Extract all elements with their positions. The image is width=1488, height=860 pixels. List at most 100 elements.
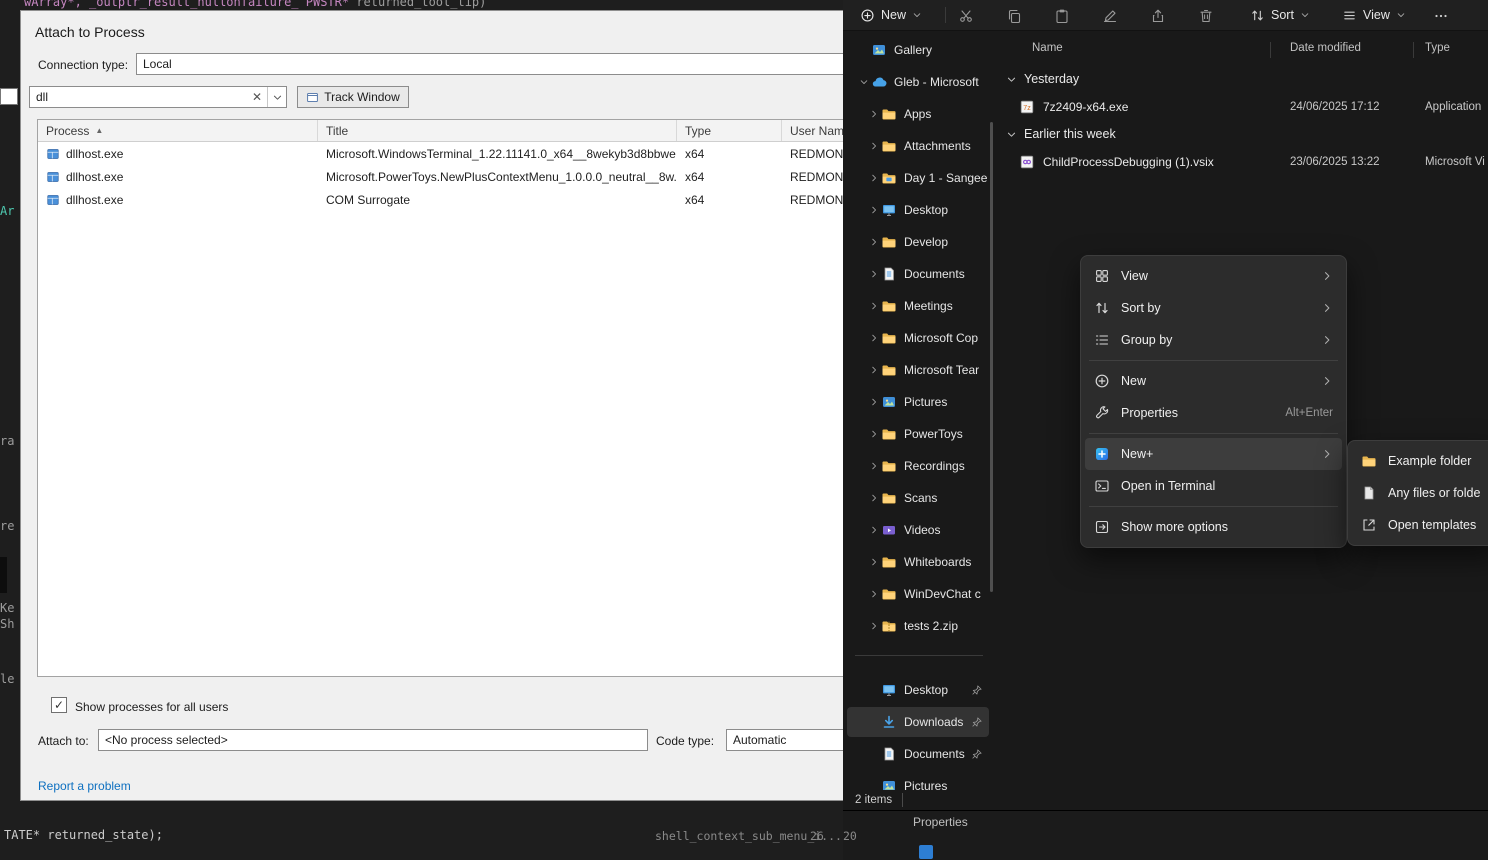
sidebar-pinned-pictures[interactable]: Pictures — [847, 771, 989, 790]
chevron-right-icon[interactable] — [867, 461, 881, 471]
context-menu-new[interactable]: New — [1085, 365, 1342, 397]
sidebar-item-meetings[interactable]: Meetings — [847, 291, 989, 321]
group-header-yesterday[interactable]: Yesterday — [1006, 68, 1079, 90]
items-count: 2 items — [855, 794, 892, 806]
chevron-right-icon[interactable] — [867, 205, 881, 215]
chevron-right-icon[interactable] — [867, 173, 881, 183]
track-window-button[interactable]: Track Window — [297, 86, 409, 108]
column-header-type[interactable]: Type — [1425, 42, 1450, 54]
sidebar-item-label: Develop — [904, 235, 989, 249]
column-separator[interactable] — [1270, 42, 1271, 58]
sidebar-item-videos[interactable]: Videos — [847, 515, 989, 545]
context-menu-sort-by[interactable]: Sort by — [1085, 292, 1342, 324]
report-problem-link[interactable]: Report a problem — [38, 779, 131, 793]
copy-button[interactable] — [1001, 3, 1027, 29]
sidebar-item-gallery[interactable]: Gallery — [847, 35, 989, 65]
folder-icon — [881, 138, 897, 154]
share-button[interactable] — [1145, 3, 1171, 29]
chevron-right-icon[interactable] — [867, 525, 881, 535]
rename-button[interactable] — [1097, 3, 1123, 29]
process-filter-combobox[interactable]: dll ✕ — [29, 86, 287, 108]
submenu-any-files[interactable]: Any files or folde — [1352, 477, 1488, 509]
delete-button[interactable] — [1193, 3, 1219, 29]
column-header-type-label: Type — [685, 124, 711, 138]
chevron-right-icon[interactable] — [867, 397, 881, 407]
sidebar-item-microsoft-cop[interactable]: Microsoft Cop — [847, 323, 989, 353]
nav-scrollbar[interactable] — [990, 122, 993, 592]
column-separator[interactable] — [1413, 42, 1414, 58]
menu-item-label: Show more options — [1121, 520, 1333, 534]
code-fragment: le — [0, 672, 14, 686]
grid-view-icon — [1094, 268, 1110, 284]
sidebar-item-tests-zip[interactable]: tests 2.zip — [847, 611, 989, 641]
sidebar-item-documents[interactable]: Documents — [847, 259, 989, 289]
show-all-users-checkbox[interactable]: ✓ — [51, 697, 67, 713]
column-header-date-modified[interactable]: Date modified — [1290, 42, 1361, 54]
sidebar-item-onedrive[interactable]: Gleb - Microsoft — [847, 67, 989, 97]
column-header-name[interactable]: Name — [1032, 42, 1063, 54]
chevron-right-icon[interactable] — [867, 109, 881, 119]
filter-dropdown-icon[interactable] — [268, 92, 286, 103]
chevron-right-icon[interactable] — [867, 429, 881, 439]
context-menu-open-in-terminal[interactable]: Open in Terminal — [1085, 470, 1342, 502]
chevron-right-icon[interactable] — [867, 493, 881, 503]
process-row[interactable]: dllhost.exe Microsoft.WindowsTerminal_1.… — [38, 142, 866, 165]
sidebar-pinned-desktop[interactable]: Desktop — [847, 675, 989, 705]
sidebar-item-microsoft-tear[interactable]: Microsoft Tear — [847, 355, 989, 385]
context-menu-view[interactable]: View — [1085, 260, 1342, 292]
sidebar-item-recordings[interactable]: Recordings — [847, 451, 989, 481]
context-menu-new-plus[interactable]: New+ — [1085, 438, 1342, 470]
chevron-right-icon[interactable] — [867, 557, 881, 567]
file-name: ChildProcessDebugging (1).vsix — [1043, 155, 1214, 169]
submenu-open-templates[interactable]: Open templates — [1352, 509, 1488, 541]
group-header-earlier-this-week[interactable]: Earlier this week — [1006, 123, 1116, 145]
sort-button[interactable]: Sort — [1241, 2, 1319, 28]
context-menu-show-more-options[interactable]: Show more options — [1085, 511, 1342, 543]
sidebar-pinned-documents[interactable]: Documents — [847, 739, 989, 769]
sidebar-item-windevchat[interactable]: WinDevChat c — [847, 579, 989, 609]
cut-button[interactable] — [953, 3, 979, 29]
context-menu-group-by[interactable]: Group by — [1085, 324, 1342, 356]
chevron-right-icon[interactable] — [867, 301, 881, 311]
file-row-7z[interactable]: 7z2409-x64.exe — [1019, 94, 1128, 120]
view-button[interactable]: View — [1333, 2, 1415, 28]
sidebar-item-day1[interactable]: Day 1 - Sangee — [847, 163, 989, 193]
chevron-right-icon — [1321, 302, 1333, 314]
chevron-right-icon[interactable] — [867, 333, 881, 343]
column-header-process[interactable]: Process▲ — [38, 120, 318, 141]
7z-app-icon — [1019, 99, 1035, 115]
connection-type-dropdown[interactable]: Local — [136, 53, 866, 75]
chevron-right-icon[interactable] — [867, 269, 881, 279]
process-row[interactable]: dllhost.exe Microsoft.PowerToys.NewPlusC… — [38, 165, 866, 188]
sidebar-item-label: PowerToys — [904, 427, 989, 441]
attach-to-input[interactable]: <No process selected> — [98, 729, 648, 751]
file-row-vsix[interactable]: ChildProcessDebugging (1).vsix — [1019, 149, 1214, 175]
chevron-right-icon[interactable] — [867, 141, 881, 151]
chevron-down-icon[interactable] — [857, 77, 871, 87]
context-menu-properties[interactable]: Properties Alt+Enter — [1085, 397, 1342, 429]
sidebar-item-attachments[interactable]: Attachments — [847, 131, 989, 161]
chevron-right-icon[interactable] — [867, 237, 881, 247]
chevron-right-icon[interactable] — [867, 589, 881, 599]
column-header-title[interactable]: Title — [318, 120, 677, 141]
clear-filter-icon[interactable]: ✕ — [247, 90, 267, 104]
sidebar-item-powertoys[interactable]: PowerToys — [847, 419, 989, 449]
trash-icon — [1198, 8, 1214, 24]
sidebar-item-scans[interactable]: Scans — [847, 483, 989, 513]
chevron-right-icon[interactable] — [867, 365, 881, 375]
new-button[interactable]: New — [851, 2, 931, 28]
sidebar-item-whiteboards[interactable]: Whiteboards — [847, 547, 989, 577]
sidebar-item-develop[interactable]: Develop — [847, 227, 989, 257]
submenu-example-folder[interactable]: Example folder — [1352, 445, 1488, 477]
sidebar-pinned-downloads[interactable]: Downloads — [847, 707, 989, 737]
sidebar-item-desktop[interactable]: Desktop — [847, 195, 989, 225]
chevron-right-icon[interactable] — [867, 621, 881, 631]
paste-button[interactable] — [1049, 3, 1075, 29]
more-options-button[interactable] — [1428, 3, 1454, 29]
column-header-type[interactable]: Type — [677, 120, 782, 141]
menu-separator — [1089, 506, 1338, 507]
sidebar-item-pictures[interactable]: Pictures — [847, 387, 989, 417]
process-name: dllhost.exe — [66, 170, 123, 184]
sidebar-item-apps[interactable]: Apps — [847, 99, 989, 129]
process-row[interactable]: dllhost.exe COM Surrogate x64 REDMOND — [38, 188, 866, 211]
